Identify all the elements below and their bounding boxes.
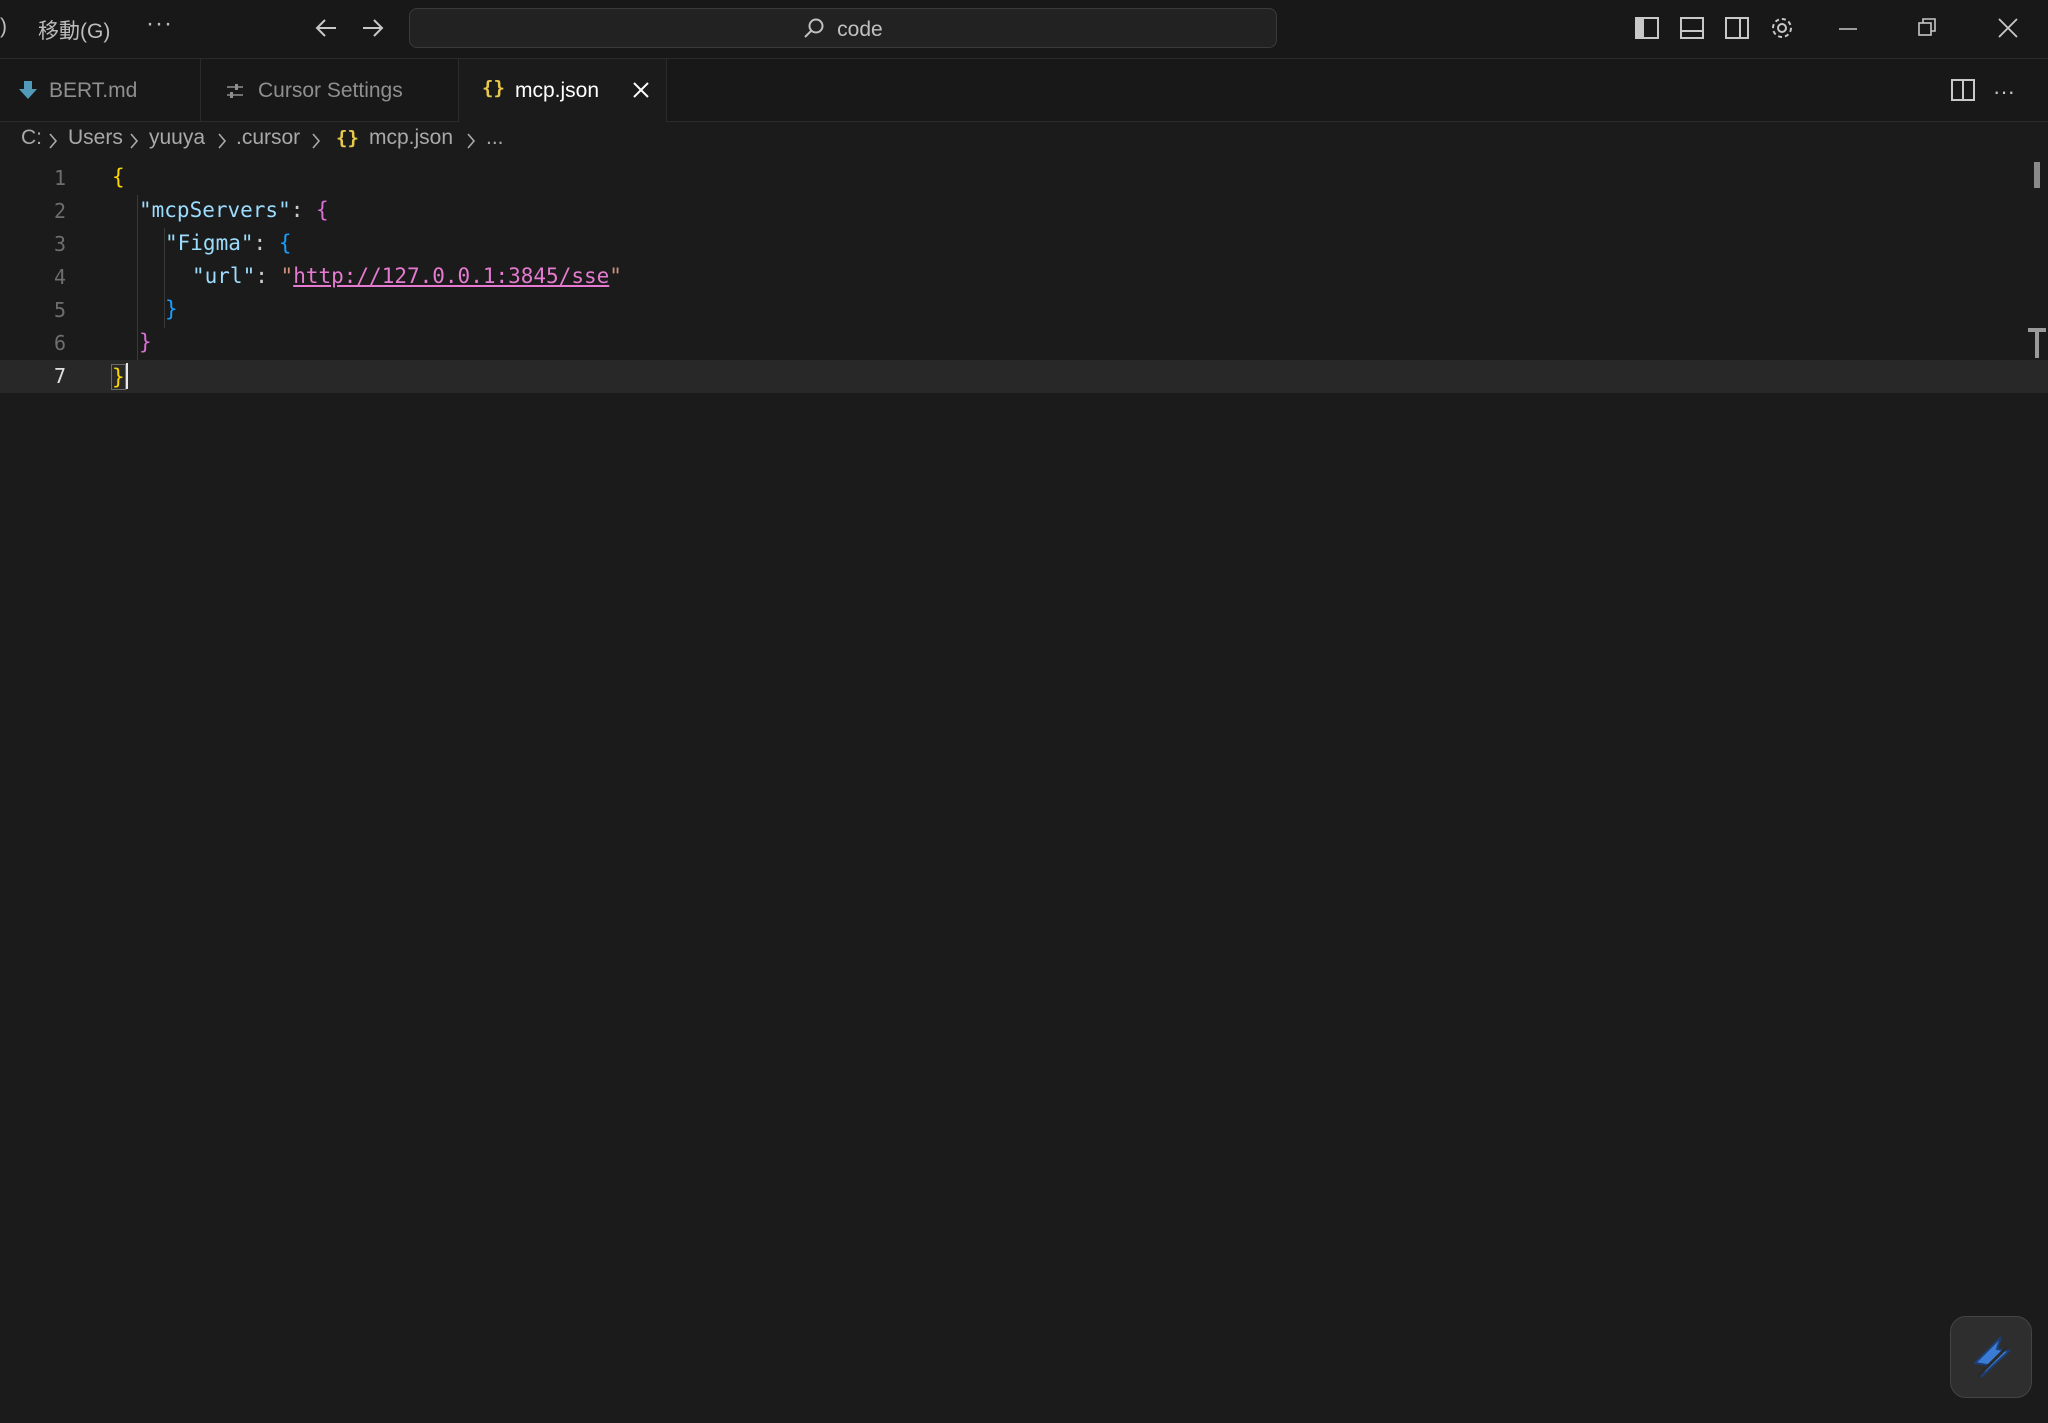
restore-icon[interactable] [1915, 14, 1939, 47]
title-bar: ) 移動(G) ··· code [0, 0, 2048, 59]
brace-token: } [111, 364, 126, 390]
split-editor-icon[interactable] [1950, 77, 1976, 108]
line-number: 4 [53, 265, 66, 289]
line-number: 2 [53, 199, 66, 223]
breadcrumb: C: Users yuuya .cursor {} mcp.json ... [0, 122, 2048, 162]
key-token: "Figma" [165, 231, 254, 255]
close-window-icon[interactable] [1995, 14, 2021, 47]
line-number: 3 [53, 232, 66, 256]
scrollbar-thumb[interactable] [2034, 162, 2040, 188]
line-number: 6 [53, 331, 66, 355]
editor-tab-bar: BERT.md Cursor Settings {} mcp.json ··· [0, 59, 2048, 122]
breadcrumb-item-symbol[interactable]: ... [486, 126, 504, 150]
forward-arrow-icon[interactable] [359, 14, 385, 47]
chevron-right-icon [47, 131, 59, 156]
download-arrow-icon [18, 79, 38, 106]
breadcrumb-item-drive[interactable]: C: [21, 126, 42, 150]
quote-token: " [280, 264, 294, 288]
command-center-search[interactable]: code [409, 8, 1277, 48]
code-line[interactable]: 6 } [0, 327, 2048, 360]
colon-token: : [253, 231, 267, 255]
back-arrow-icon[interactable] [314, 14, 340, 47]
menu-item-partial[interactable]: ) [0, 15, 7, 39]
brace-token: { [112, 165, 125, 189]
tab-cursor-settings[interactable]: Cursor Settings [201, 59, 459, 121]
overview-ruler-marker [2026, 327, 2048, 366]
settings-sliders-icon [225, 81, 245, 106]
text-cursor [125, 363, 128, 389]
chevron-right-icon [216, 131, 228, 156]
key-token: "mcpServers" [139, 198, 291, 222]
line-number: 5 [53, 298, 66, 322]
toggle-primary-sidebar-icon[interactable] [1633, 14, 1661, 47]
tab-label: Cursor Settings [258, 79, 403, 102]
breadcrumb-item-file[interactable]: mcp.json [369, 126, 453, 150]
gear-icon[interactable] [1768, 14, 1796, 47]
tab-bert-md[interactable]: BERT.md [0, 59, 201, 121]
brace-token: } [165, 297, 178, 321]
code-line[interactable]: 3 "Figma": { [0, 228, 2048, 261]
tab-label: mcp.json [515, 79, 600, 102]
url-link[interactable]: http://127.0.0.1:3845/sse [293, 264, 609, 288]
chevron-right-icon [465, 131, 477, 156]
code-line[interactable]: 1 { [0, 162, 2048, 195]
tab-label: BERT.md [49, 79, 138, 102]
minimize-icon[interactable] [1836, 14, 1860, 47]
json-braces-icon: {} [336, 127, 359, 149]
tab-mcp-json[interactable]: {} mcp.json [459, 59, 667, 122]
breadcrumb-item-users[interactable]: Users [68, 126, 123, 150]
code-editor[interactable]: 1 { 2 "mcpServers": { 3 "Figma": { 4 "ur… [0, 162, 2048, 1423]
code-line-current[interactable]: 7 } [0, 360, 2048, 393]
key-token: "url" [192, 264, 256, 288]
menu-item-go[interactable]: 移動(G) [38, 15, 110, 45]
lightning-icon [1971, 1335, 2013, 1384]
quote-token: " [609, 264, 622, 288]
line-number: 7 [53, 364, 66, 388]
colon-token: : [255, 264, 268, 288]
search-icon [803, 18, 837, 41]
brace-token: { [278, 231, 292, 255]
line-number: 1 [53, 166, 66, 190]
chevron-right-icon [310, 131, 322, 156]
chevron-right-icon [128, 131, 140, 156]
brace-token: } [139, 330, 152, 354]
breadcrumb-item-yuuya[interactable]: yuuya [149, 126, 205, 150]
editor-more-actions-button[interactable]: ··· [1993, 79, 2015, 105]
code-line[interactable]: 5 } [0, 294, 2048, 327]
toggle-panel-icon[interactable] [1678, 14, 1706, 47]
search-text: code [837, 18, 883, 41]
toggle-secondary-sidebar-icon[interactable] [1723, 14, 1751, 47]
json-braces-icon: {} [482, 77, 505, 99]
code-line[interactable]: 4 "url": "http://127.0.0.1:3845/sse" [0, 261, 2048, 294]
breadcrumb-item-cursor[interactable]: .cursor [236, 126, 300, 150]
more-menu-button[interactable]: ··· [146, 10, 173, 38]
brace-token: { [316, 198, 329, 222]
cursor-agent-button[interactable] [1950, 1316, 2032, 1398]
code-line[interactable]: 2 "mcpServers": { [0, 195, 2048, 228]
close-tab-icon[interactable] [631, 80, 651, 105]
colon-token: : [290, 198, 304, 222]
